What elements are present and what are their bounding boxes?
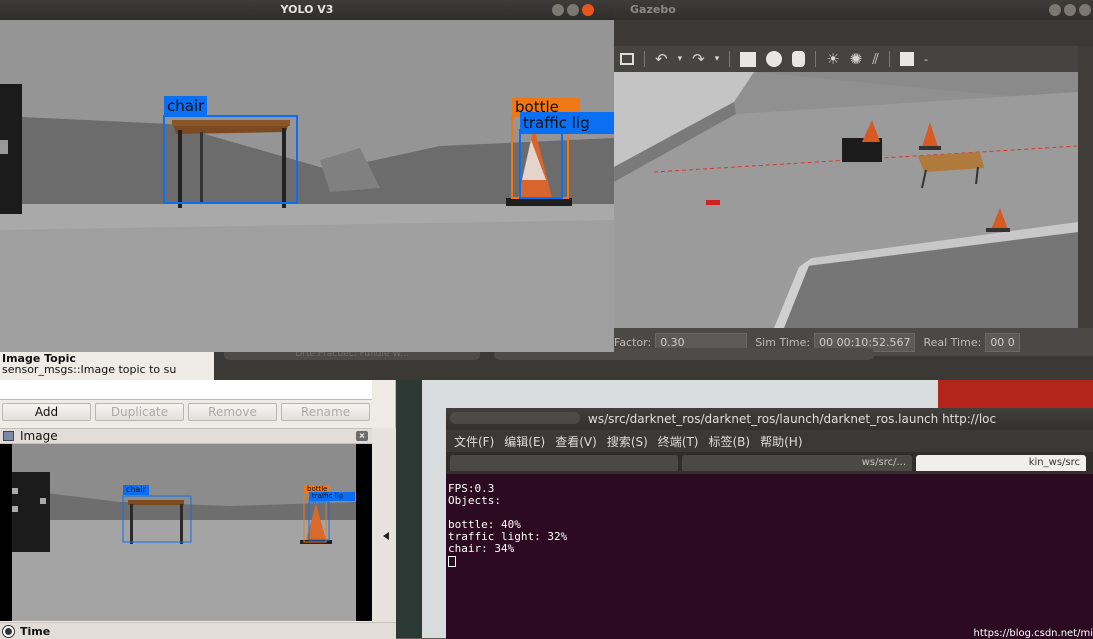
menu-help[interactable]: 帮助(H) [760, 433, 802, 450]
desktop: Image Topic sensor_msgs::Image topic to … [0, 0, 1093, 639]
menu-terminal[interactable]: 终端(T) [658, 433, 699, 450]
redo-icon[interactable]: ↷ [692, 50, 705, 68]
image-thumbnail [0, 444, 372, 621]
duplicate-button[interactable]: Duplicate [95, 403, 184, 421]
yolo-window: YOLO V3 chair bottle traffic lig [0, 0, 614, 352]
terminal-window: ws/src/darknet_ros/darknet_ros/launch/da… [446, 408, 1093, 639]
terminal-tab-1[interactable] [450, 455, 678, 471]
clock-icon [3, 625, 14, 637]
rviz-panel: Image Topic sensor_msgs::Image topic to … [0, 340, 396, 639]
toolbar-more-icon[interactable]: - [924, 53, 928, 66]
toolbar-separator [644, 51, 645, 67]
time-panel-header: Time [0, 622, 396, 639]
image-panel-header: Image × [0, 428, 372, 444]
yolo-window-controls [552, 4, 594, 16]
menu-view[interactable]: 查看(V) [555, 433, 597, 450]
menu-edit[interactable]: 编辑(E) [504, 433, 545, 450]
terminal-titlebar: ws/src/darknet_ros/darknet_ros/launch/da… [446, 408, 1093, 430]
topic-description: sensor_msgs::Image topic to su [2, 363, 177, 376]
image-panel-title: Image [20, 429, 58, 443]
traffic-light-detection-label: traffic lig [520, 112, 614, 134]
gazebo-toolbar: ↶ ▾ ↷ ▾ ☀ ✺ ⫽ - [614, 46, 1093, 72]
minimize-button[interactable] [552, 4, 564, 16]
objects-line: Objects: [448, 494, 501, 507]
terminal-cursor [448, 555, 456, 567]
terminal-menubar: 文件(F) 编辑(E) 查看(V) 搜索(S) 终端(T) 标签(B) 帮助(H… [446, 430, 1093, 452]
time-panel-title: Time [20, 624, 51, 638]
sim-time-label: Sim Time: [755, 335, 811, 349]
rename-button[interactable]: Rename [281, 403, 370, 421]
undo-icon[interactable]: ↶ [655, 50, 668, 68]
add-button[interactable]: Add [2, 403, 91, 421]
watermark-text: https://blog.csdn.net/mi [973, 628, 1093, 639]
thumb-traffic-label: traffic lig [309, 492, 355, 501]
toolbar-separator [729, 51, 731, 67]
image-icon [3, 431, 14, 441]
box-shape-icon[interactable] [740, 51, 757, 67]
real-time-value: 00 0 [985, 332, 1020, 352]
close-button[interactable] [582, 4, 594, 16]
menu-tabs[interactable]: 标签(B) [709, 433, 751, 450]
image-view: chair bottle traffic lig [0, 444, 372, 621]
description-box [0, 380, 372, 400]
point-light-icon[interactable]: ☀ [826, 50, 839, 68]
chair-detection-label: chair [164, 96, 208, 116]
copy-icon[interactable] [899, 52, 914, 66]
gazebo-window-controls [1049, 4, 1091, 16]
yolo-detection-view: chair bottle traffic lig [0, 20, 614, 352]
terminal-tab-2[interactable]: ws/src/... [682, 455, 912, 471]
terminal-tab-3[interactable]: kin_ws/src [916, 455, 1086, 471]
minimize-button[interactable] [1049, 4, 1061, 16]
yolo-title: YOLO V3 [280, 3, 334, 16]
select-icon[interactable] [620, 53, 634, 65]
spot-light-icon[interactable]: ✺ [850, 50, 863, 68]
close-button[interactable] [1079, 4, 1091, 16]
chair-line: chair: 34% [448, 542, 515, 555]
gazebo-right-panel-handle[interactable] [1078, 46, 1093, 328]
menu-file[interactable]: 文件(F) [454, 433, 494, 450]
thumb-chair-label: chair [123, 485, 149, 495]
gazebo-3d-scene[interactable] [614, 72, 1078, 328]
factor-label: Factor: [614, 335, 652, 349]
detection-image [0, 20, 614, 352]
undo-dropdown-icon[interactable]: ▾ [678, 54, 683, 64]
real-time-label: Real Time: [923, 335, 982, 349]
terminal-output[interactable]: FPS:0.3 Objects: bottle: 40% traffic lig… [448, 483, 567, 567]
cylinder-shape-icon[interactable] [792, 51, 806, 67]
background-sliver [396, 378, 422, 638]
sphere-shape-icon[interactable] [766, 51, 783, 67]
remove-button[interactable]: Remove [188, 403, 277, 421]
terminal-window-controls[interactable] [450, 412, 580, 424]
menu-search[interactable]: 搜索(S) [607, 433, 648, 450]
terminal-tabbar: ws/src/... kin_ws/src [446, 452, 1093, 474]
yolo-titlebar: YOLO V3 [0, 0, 614, 20]
display-buttons: Add Duplicate Remove Rename [0, 402, 372, 424]
redo-dropdown-icon[interactable]: ▾ [715, 54, 720, 64]
maximize-button[interactable] [567, 4, 579, 16]
toolbar-separator [815, 51, 817, 67]
panel-splitter[interactable] [372, 428, 396, 623]
toolbar-separator [888, 51, 890, 67]
close-icon[interactable]: × [356, 431, 368, 441]
terminal-title: ws/src/darknet_ros/darknet_ros/launch/da… [588, 412, 997, 426]
directional-light-icon[interactable]: ⫽ [872, 50, 879, 68]
maximize-button[interactable] [1064, 4, 1076, 16]
gazebo-title: Gazebo [630, 3, 676, 16]
